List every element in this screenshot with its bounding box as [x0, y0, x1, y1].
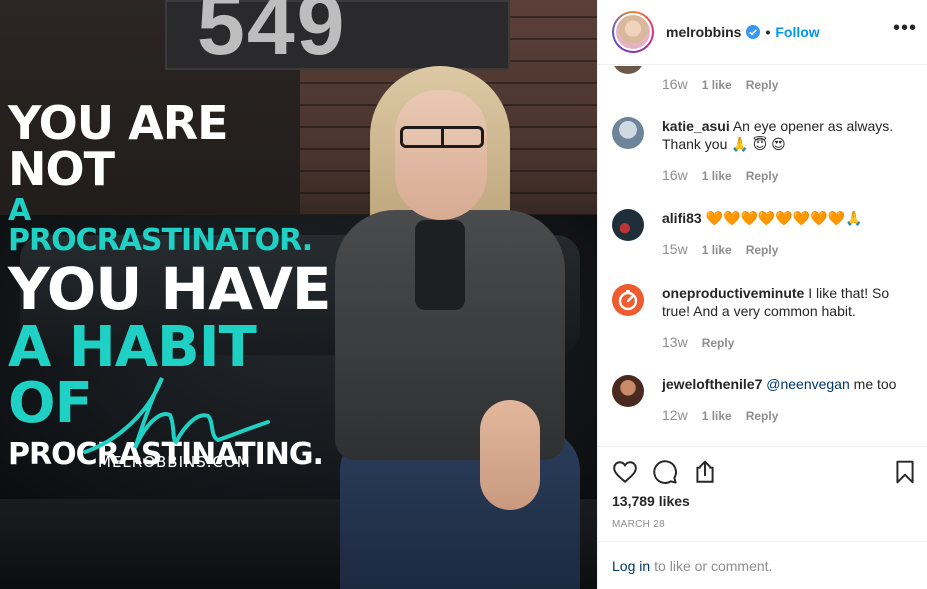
post-side-panel: melrobbins • Follow ••• 16w 1 like Reply	[597, 0, 927, 589]
username[interactable]: melrobbins	[666, 24, 741, 40]
comment-text: oneproductiveminute I like that! So true…	[662, 284, 912, 320]
comment-likes[interactable]: 1 like	[702, 409, 732, 423]
stopwatch-icon	[618, 290, 638, 311]
comment-avatar[interactable]	[612, 209, 644, 241]
comment-meta: 15w 1 like Reply	[662, 241, 778, 257]
comment-username[interactable]: jewelofthenile7	[662, 376, 762, 392]
comments-list[interactable]: 16w 1 like Reply katie_asui An eye opene…	[598, 66, 927, 446]
comment-time[interactable]: 15w	[662, 241, 688, 257]
share-icon[interactable]	[692, 459, 718, 485]
comment-meta: 13w Reply	[662, 334, 734, 350]
comment-meta: 16w 1 like Reply	[662, 76, 778, 92]
comment-body: 🧡🧡🧡🧡🧡🧡🧡🧡🙏	[705, 210, 863, 226]
post-image[interactable]: 549 You are not a procrastinator. You ha…	[0, 0, 597, 589]
comment-likes[interactable]: 1 like	[702, 78, 732, 92]
comment-username[interactable]: katie_asui	[662, 118, 730, 134]
comment-username[interactable]: alifi83	[662, 210, 702, 226]
reply-button[interactable]: Reply	[746, 409, 779, 423]
reply-button[interactable]: Reply	[746, 169, 779, 183]
comment-username[interactable]: oneproductiveminute	[662, 285, 804, 301]
instagram-post: 549 You are not a procrastinator. You ha…	[0, 0, 927, 589]
comment-time[interactable]: 16w	[662, 167, 688, 183]
header-separator: •	[765, 24, 771, 40]
comment-text: jewelofthenile7 @neenvegan me too	[662, 375, 912, 393]
bookmark-icon[interactable]	[892, 459, 918, 485]
reply-button[interactable]: Reply	[746, 78, 779, 92]
comment-avatar[interactable]	[612, 375, 644, 407]
comment-avatar[interactable]	[612, 284, 644, 316]
comment-text: alifi83 🧡🧡🧡🧡🧡🧡🧡🧡🙏	[662, 209, 912, 227]
comment-meta: 16w 1 like Reply	[662, 167, 778, 183]
comment-likes[interactable]: 1 like	[702, 243, 732, 257]
more-options-icon[interactable]: •••	[893, 18, 917, 38]
comment-time[interactable]: 13w	[662, 334, 688, 350]
comment-bubble-icon[interactable]	[652, 459, 678, 485]
quote-line-3: You have	[8, 255, 332, 323]
comment-mention[interactable]: @neenvegan	[766, 376, 850, 392]
post-date: MARCH 28	[612, 519, 665, 530]
comment-avatar[interactable]	[612, 66, 644, 74]
follow-button[interactable]: Follow	[775, 24, 819, 40]
comment-likes[interactable]: 1 like	[702, 169, 732, 183]
comment-time[interactable]: 12w	[662, 407, 688, 423]
wall-sign-number: 549	[197, 0, 347, 73]
action-icons	[612, 459, 718, 485]
avatar[interactable]	[612, 11, 654, 53]
comment-avatar[interactable]	[612, 117, 644, 149]
post-actions: 13,789 likes MARCH 28	[598, 446, 927, 541]
likes-count[interactable]: 13,789 likes	[612, 493, 690, 509]
quote-line-1: You are not	[8, 96, 229, 196]
heart-icon[interactable]	[612, 459, 638, 485]
quote-line-2: a procrastinator.	[8, 193, 313, 258]
signature-logo	[83, 377, 270, 454]
login-prompt: Log in to like or comment.	[598, 541, 927, 589]
reply-button[interactable]: Reply	[702, 336, 735, 350]
verified-badge-icon	[746, 25, 761, 39]
reply-button[interactable]: Reply	[746, 243, 779, 257]
comment-body: me too	[853, 376, 897, 392]
save-button[interactable]	[892, 459, 918, 488]
comment-text: katie_asui An eye opener as always. Than…	[662, 117, 912, 153]
comment-time[interactable]: 16w	[662, 76, 688, 92]
glasses	[400, 126, 484, 148]
comment-meta: 12w 1 like Reply	[662, 407, 778, 423]
post-header: melrobbins • Follow •••	[598, 0, 927, 65]
login-link[interactable]: Log in	[612, 558, 650, 574]
login-suffix: to like or comment.	[654, 557, 773, 574]
woman-photo	[335, 60, 580, 589]
website-text: MELROBBINS.COM	[98, 453, 251, 471]
